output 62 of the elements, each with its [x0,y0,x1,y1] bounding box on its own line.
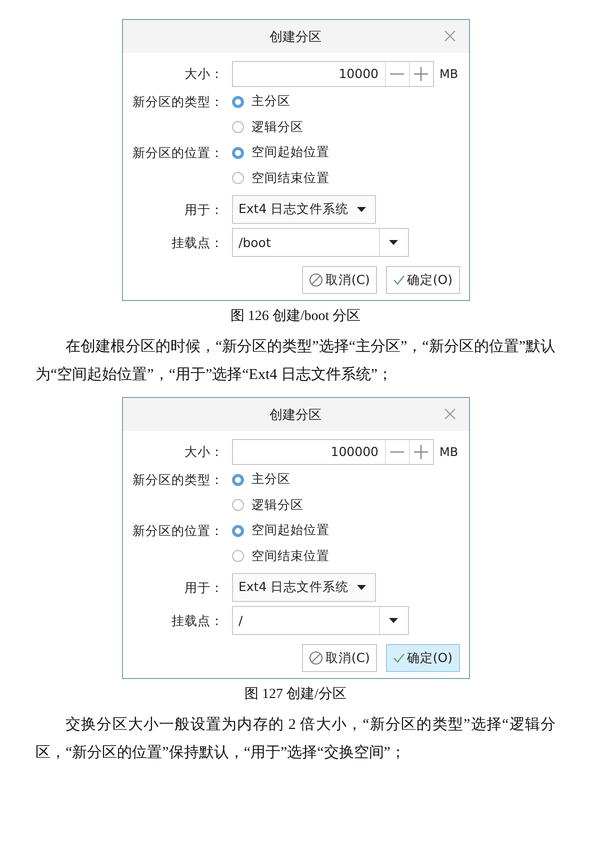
radio-button[interactable] [232,474,244,486]
field-label: 挂载点： [170,234,224,252]
option-label: 空间起始位置 [252,144,330,162]
filesystem-dropdown[interactable]: Ext4 日志文件系统 [232,573,376,602]
body-paragraph: 交换分区大小一般设置为内存的 2 倍大小，“新分区的类型”选择“逻辑分区，“新分区的位置”保持默认，“用于”选择“交换空间”； [36,715,556,763]
radio-option[interactable]: 空间起始位置 [232,140,468,166]
radio-button[interactable] [232,550,244,562]
radio-button[interactable] [232,96,244,108]
ok-button[interactable]: 确定(O) [386,644,460,672]
field-label: 用于： [184,201,224,219]
option-label: 逻辑分区 [252,496,304,514]
mount-point-field[interactable]: / [232,606,408,635]
mount-point-field[interactable]: /boot [232,228,408,257]
caret-icon [389,618,398,623]
check-icon [392,275,405,285]
caret-icon [356,207,366,212]
field-label: 大小： [184,65,224,83]
radio-option[interactable]: 空间结束位置 [232,544,468,569]
prohibited-icon [309,273,324,287]
filesystem-dropdown[interactable]: Ext4 日志文件系统 [232,195,376,224]
body-paragraph: 在创建根分区的时候，“新分区的类型”选择“主分区”，“新分区的位置”默认为“空间起始位置”，“用于”选择“Ext4 日志文件系统”； [36,337,556,385]
field-label: 挂载点： [170,612,224,630]
option-label: 主分区 [252,471,290,488]
caret-icon [356,585,366,590]
field-label: 新分区的位置： [132,144,224,162]
radio-option[interactable]: 逻辑分区 [232,114,468,140]
radio-button[interactable] [232,499,244,512]
radio-button[interactable] [232,146,244,159]
radio-option[interactable]: 空间起始位置 [232,518,468,544]
option-label: 空间起始位置 [252,522,330,540]
window-title: 创建分区 [270,406,322,424]
option-label: 主分区 [252,93,290,110]
radio-option[interactable]: 主分区 [232,467,468,492]
close-icon [444,408,456,420]
unit-label: MB [440,67,458,81]
unit-label: MB [440,445,458,459]
cancel-button[interactable]: 取消(C) [302,644,377,672]
prohibited-icon [309,651,324,665]
radio-option[interactable]: 空间结束位置 [232,166,468,191]
ok-button[interactable]: 确定(O) [386,266,460,294]
option-label: 逻辑分区 [252,118,304,136]
radio-option[interactable]: 主分区 [232,89,468,114]
field-label: 大小： [184,443,224,461]
field-label: 用于： [184,579,224,597]
radio-button[interactable] [232,172,244,184]
window-title: 创建分区 [270,28,322,46]
check-icon [392,653,405,663]
radio-option[interactable]: 逻辑分区 [232,492,468,518]
radio-button[interactable] [232,121,244,134]
field-label: 新分区的位置： [132,522,224,540]
field-label: 新分区的类型： [132,471,224,489]
close-button[interactable] [442,29,456,43]
field-label: 新分区的类型： [132,93,224,111]
close-button[interactable] [442,407,456,421]
cancel-button[interactable]: 取消(C) [302,266,377,294]
close-icon [444,30,456,42]
figure-caption: 图 126 创建/boot 分区 [230,308,361,326]
option-label: 空间结束位置 [252,548,330,565]
option-label: 空间结束位置 [252,170,330,187]
radio-button[interactable] [232,524,244,537]
figure-caption: 图 127 创建/分区 [244,686,346,704]
caret-icon [389,240,398,245]
